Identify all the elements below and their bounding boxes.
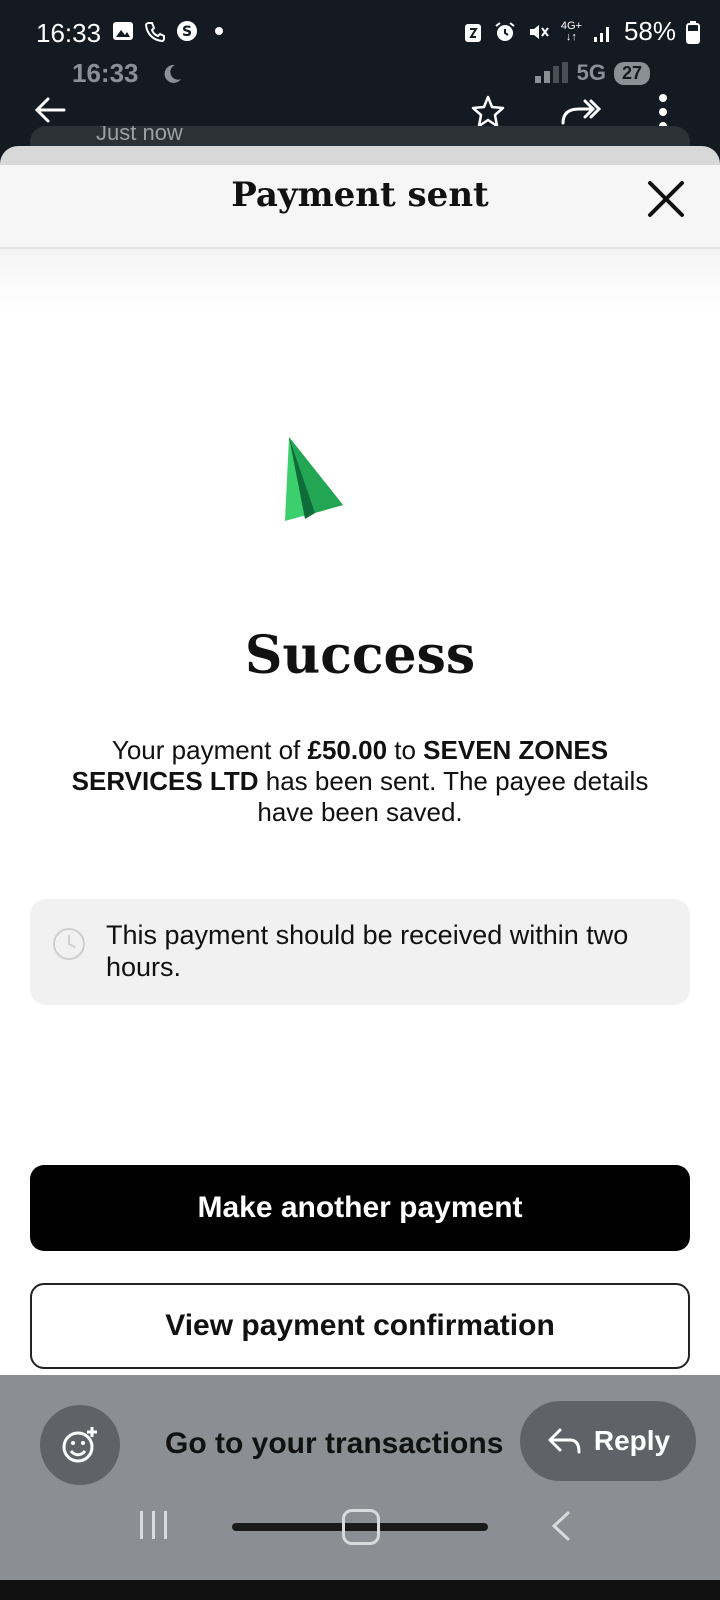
top-bar: 16:33 S 4G+ ↓↑ 58% 16:33 5G 27 Just now: [0, 0, 720, 176]
back-nav-icon[interactable]: [548, 1509, 574, 1543]
dot-icon: [215, 27, 223, 35]
mute-icon: [529, 24, 549, 39]
reply-label: Reply: [593, 1425, 671, 1456]
battery-saver-icon: [464, 23, 481, 42]
payment-amount: £50.00: [307, 735, 388, 765]
status-bar: 16:33 S 4G+ ↓↑ 58%: [0, 0, 720, 62]
battery-icon: [686, 20, 700, 44]
signal-bars-icon: [534, 62, 568, 83]
clock-icon: [53, 928, 85, 960]
status-left-icons: S: [112, 20, 230, 42]
timing-info-box: This payment should be received within t…: [30, 899, 690, 1005]
count-badge: 27: [613, 61, 650, 85]
react-emoji-button[interactable]: [40, 1405, 120, 1485]
s-app-icon: S: [177, 21, 197, 41]
make-another-payment-button[interactable]: Make another payment: [30, 1165, 690, 1251]
viewer-time: 16:33: [72, 58, 139, 88]
page-title: Payment sent: [231, 175, 489, 215]
phone-icon: [144, 22, 165, 42]
close-button[interactable]: [644, 177, 688, 221]
home-button[interactable]: [342, 1509, 380, 1545]
close-icon: [648, 181, 684, 217]
system-navigation-bar: [0, 1495, 720, 1555]
network-type: 4G+ ↓↑: [560, 19, 582, 43]
payment-message: Your payment of £50.00 to SEVEN ZONES SE…: [50, 735, 670, 828]
reply-icon: [548, 1428, 581, 1454]
battery-percent: 58%: [623, 16, 676, 46]
message-text-3: has been sent. The payee details have be…: [257, 766, 649, 827]
header-shadow: [0, 249, 720, 309]
moon-icon: [164, 64, 181, 83]
paper-plane-icon: [285, 437, 343, 521]
arrow-left-icon: [34, 97, 66, 123]
just-now-label: Just now: [96, 126, 183, 145]
message-text-1: Your payment of: [111, 735, 308, 765]
timing-info-text: This payment should be received within t…: [106, 920, 629, 982]
bottom-overlay: Go to your transactions Reply: [0, 1375, 720, 1580]
message-text-2: to: [387, 735, 424, 765]
status-right-icons: 4G+ ↓↑ 58%: [463, 16, 700, 47]
emoji-add-icon: [62, 1427, 97, 1463]
reply-button[interactable]: Reply: [520, 1401, 696, 1481]
payment-sheet: Payment sent Success Your payment of £50…: [0, 165, 720, 1375]
go-to-transactions-link[interactable]: Go to your transactions: [165, 1427, 503, 1461]
network-5g: 5G: [576, 60, 606, 85]
recents-button[interactable]: [140, 1511, 167, 1539]
sheet-header: Payment sent: [0, 165, 720, 249]
forward-icon: [561, 99, 602, 125]
success-heading: Success: [244, 625, 476, 686]
bottom-edge: [0, 1580, 720, 1600]
status-time: 16:33: [36, 18, 102, 48]
star-icon: [471, 95, 505, 128]
image-icon: [113, 22, 133, 40]
alarm-icon: [495, 21, 515, 41]
viewer-network: 5G 27: [533, 60, 650, 86]
view-payment-confirmation-button[interactable]: View payment confirmation: [30, 1283, 690, 1369]
signal-icon: [593, 26, 609, 42]
svg-text:S: S: [182, 24, 192, 40]
